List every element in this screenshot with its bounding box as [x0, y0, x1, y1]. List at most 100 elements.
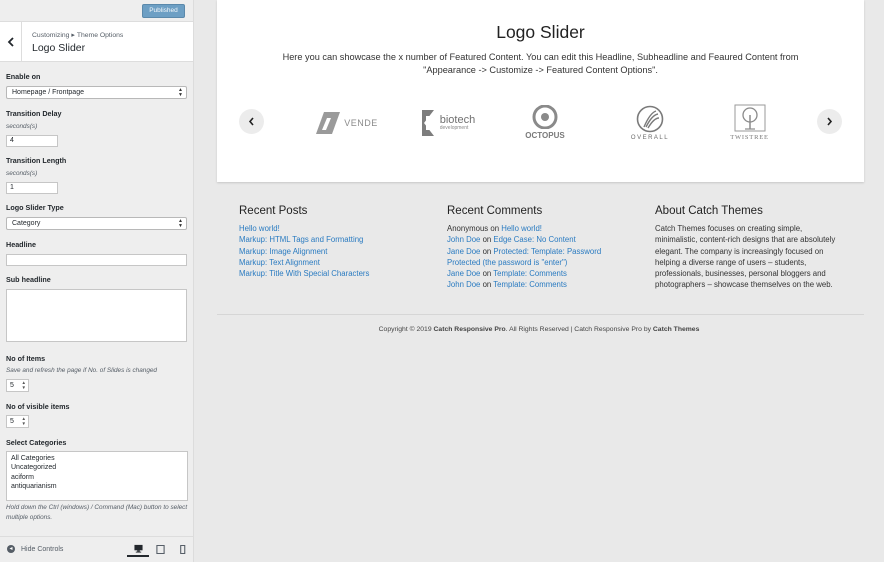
back-button[interactable] — [0, 22, 22, 62]
desktop-icon — [133, 544, 143, 553]
select-categories-label: Select Categories — [6, 438, 67, 447]
breadcrumb-root: Customizing — [32, 32, 70, 39]
mobile-icon — [179, 545, 185, 554]
copyright-site-link[interactable]: Catch Responsive Pro — [434, 326, 506, 333]
transition-length-label: Transition Length — [6, 156, 67, 165]
spinner-icon[interactable]: ▲ ▼ — [22, 416, 26, 426]
logo-slider-title: Logo Slider — [496, 22, 585, 42]
category-option[interactable]: All Categories — [11, 454, 183, 463]
spinner-icon[interactable]: ▲ ▼ — [22, 380, 26, 390]
breadcrumb: Customizing ▸ Theme Options — [32, 31, 123, 39]
slider-type-value: Category — [12, 220, 41, 227]
categories-help: Hold down the Ctrl (windows) / Command (… — [6, 504, 188, 521]
logo-octopus-text: OCTOPUS — [525, 131, 565, 140]
comment-connector: on — [490, 224, 500, 233]
twistree-mark-icon — [734, 104, 765, 132]
customizer-top-bar: Published — [0, 0, 193, 22]
recent-post-link[interactable]: Markup: Title With Special Characters — [239, 269, 369, 278]
comment-post-link[interactable]: Hello world! — [501, 224, 542, 233]
comment-author-link[interactable]: Jane Doe — [447, 269, 480, 278]
about-text: Catch Themes focuses on creating simple,… — [655, 224, 836, 290]
sub-headline-textarea[interactable] — [6, 289, 187, 342]
breadcrumb-parent: Theme Options — [76, 32, 124, 39]
logo-biotech[interactable]: biotech development — [412, 100, 482, 145]
recent-posts-widget: Recent Posts Hello world! Markup: HTML T… — [239, 205, 369, 279]
comment-item: John Doe on Template: Comments — [447, 279, 601, 290]
site-preview: Logo Slider Here you can showcase the x … — [194, 0, 884, 562]
recent-post-link[interactable]: Markup: Text Alignment — [239, 258, 320, 267]
transition-delay-unit: seconds(s) — [6, 123, 38, 130]
select-arrows-icon: ▲ ▼ — [178, 87, 183, 98]
no-of-items-label: No of Items — [6, 354, 46, 363]
recent-post-link[interactable]: Markup: Image Alignment — [239, 247, 327, 256]
copyright-line: Copyright © 2019 Catch Responsive Pro. A… — [194, 326, 884, 333]
about-widget: About Catch Themes Catch Themes focuses … — [655, 205, 845, 291]
comment-connector: on — [482, 269, 492, 279]
comment-author-link[interactable]: John Doe — [447, 235, 480, 244]
vende-mark-icon — [316, 111, 341, 134]
hide-controls-button[interactable]: ◂ Hide Controls — [7, 545, 63, 553]
visible-items-value: 5 — [10, 418, 14, 425]
comment-connector: on — [482, 246, 492, 256]
transition-length-input[interactable]: 1 — [6, 182, 58, 194]
hide-controls-label: Hide Controls — [21, 545, 64, 553]
category-option[interactable]: Uncategorized — [11, 463, 183, 472]
logo-overall[interactable]: OVERALL — [620, 100, 680, 145]
biotech-mark-icon — [421, 109, 434, 136]
section-header: Customizing ▸ Theme Options Logo Slider — [0, 22, 193, 62]
recent-post-link[interactable]: Markup: HTML Tags and Formatting — [239, 235, 363, 244]
recent-post-link[interactable]: Hello world! — [239, 224, 280, 233]
mobile-preview-button[interactable] — [171, 542, 193, 557]
comment-post-link[interactable]: Protected: Template: Password — [493, 247, 601, 256]
chevron-right-icon — [827, 117, 833, 126]
comment-post-link[interactable]: Template: Comments — [493, 280, 567, 289]
logo-slider-section: Logo Slider Here you can showcase the x … — [217, 0, 864, 182]
no-of-items-note: Save and refresh the page if No. of Slid… — [6, 367, 157, 374]
sub-headline-label: Sub headline — [6, 275, 51, 284]
desktop-preview-button[interactable] — [127, 542, 149, 557]
chevron-left-icon — [248, 117, 254, 126]
comment-item: Protected (the password is "enter") — [447, 257, 601, 268]
slider-type-label: Logo Slider Type — [6, 203, 64, 212]
tablet-icon — [155, 545, 165, 554]
logo-biotech-wordmark: biotech development — [439, 113, 476, 131]
category-option[interactable]: aciform — [11, 473, 183, 482]
comment-author-link[interactable]: John Doe — [447, 280, 480, 289]
copyright-middle: . All Rights Reserved | Catch Responsive… — [505, 326, 653, 333]
chevron-left-icon — [7, 37, 14, 47]
transition-delay-input[interactable]: 4 — [6, 135, 58, 147]
tablet-preview-button[interactable] — [149, 542, 171, 557]
logo-biotech-text: biotech — [439, 113, 476, 126]
enable-on-label: Enable on — [6, 72, 41, 81]
publish-button[interactable]: Published — [142, 4, 185, 18]
enable-on-select[interactable]: Homepage / Frontpage ▲ ▼ — [6, 86, 187, 99]
no-of-items-value: 5 — [10, 382, 14, 389]
slider-next-button[interactable] — [817, 109, 842, 134]
logo-twistree[interactable]: TWISTREE — [722, 100, 777, 145]
comment-post-link[interactable]: Edge Case: No Content — [493, 235, 575, 244]
footer-divider — [217, 314, 864, 315]
recent-comments-title: Recent Comments — [447, 205, 543, 217]
no-of-items-input[interactable]: 5 ▲ ▼ — [6, 379, 29, 392]
customizer-footer: ◂ Hide Controls — [0, 536, 193, 562]
arrow-left-circle-icon: ◂ — [7, 545, 15, 553]
logo-octopus[interactable]: OCTOPUS — [515, 100, 575, 145]
copyright-author-link[interactable]: Catch Themes — [653, 326, 699, 333]
comment-post-link[interactable]: Template: Comments — [493, 269, 567, 278]
enable-on-value: Homepage / Frontpage — [12, 89, 84, 96]
slider-type-select[interactable]: Category ▲ ▼ — [6, 217, 187, 230]
octopus-mark-icon — [532, 105, 558, 129]
comment-post-link[interactable]: Protected (the password is "enter") — [447, 258, 567, 267]
about-title: About Catch Themes — [655, 205, 763, 217]
visible-items-input[interactable]: 5 ▲ ▼ — [6, 415, 29, 428]
transition-length-unit: seconds(s) — [6, 170, 38, 177]
categories-multiselect[interactable]: All Categories Uncategorized aciform ant… — [6, 451, 188, 501]
logo-vende[interactable]: VENDE — [307, 100, 387, 145]
slider-prev-button[interactable] — [239, 109, 264, 134]
recent-comments-widget: Recent Comments Anonymous on Hello world… — [447, 205, 601, 291]
category-option[interactable]: antiquarianism — [11, 482, 183, 491]
comment-item: John Doe on Edge Case: No Content — [447, 234, 601, 245]
logo-twistree-text: TWISTREE — [730, 134, 769, 141]
comment-author-link[interactable]: Jane Doe — [447, 247, 480, 256]
headline-input[interactable] — [6, 254, 187, 266]
